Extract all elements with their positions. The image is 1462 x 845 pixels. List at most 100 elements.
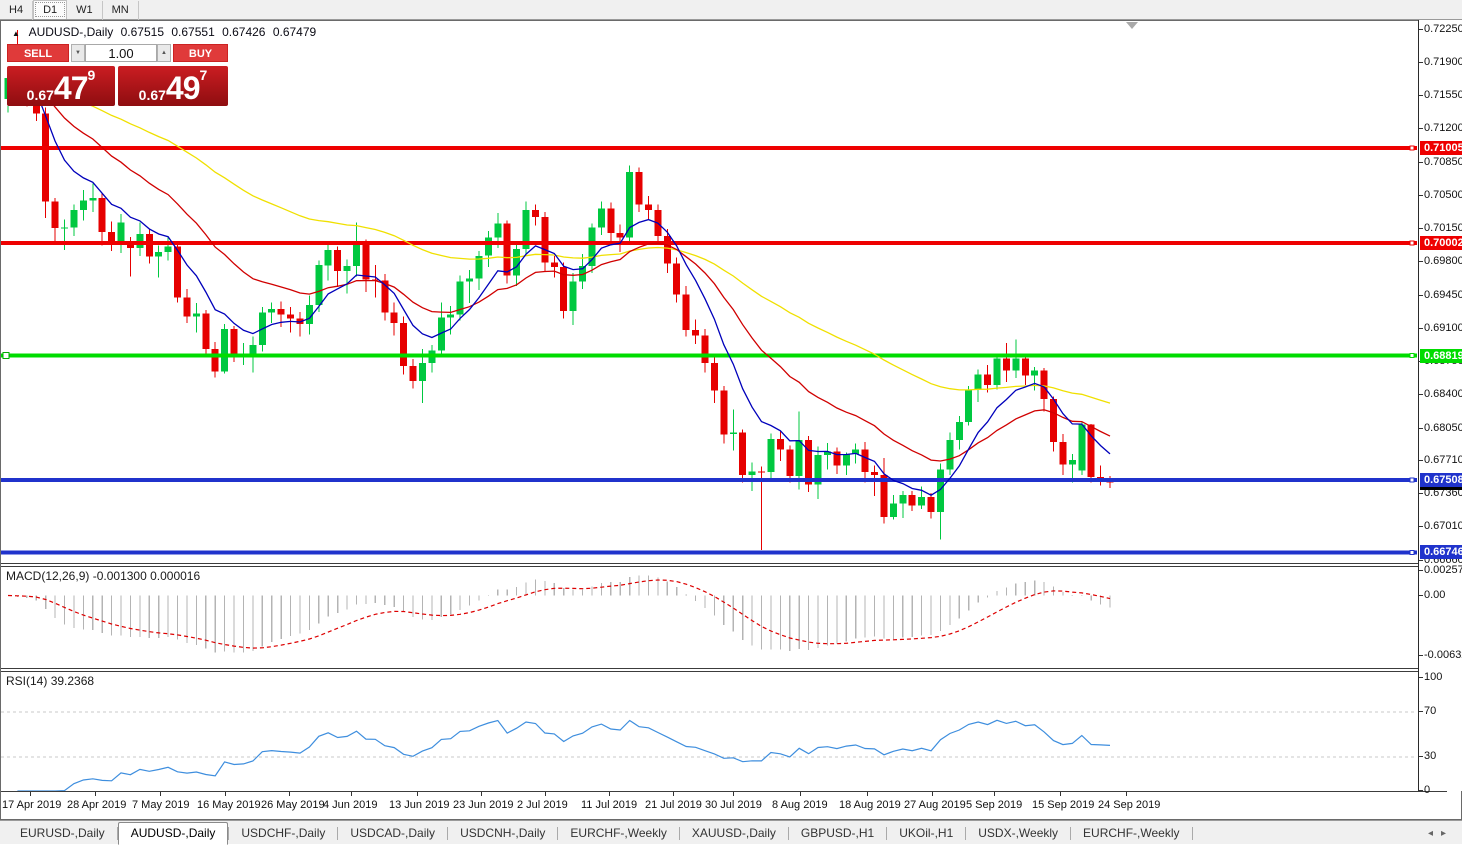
price-tick-label: 0.67710 [1424,454,1462,466]
chart-tab-audusd-daily[interactable]: AUDUSD-,Daily [118,822,229,845]
panel-separator[interactable] [0,563,1447,564]
macd-name: MACD(12,26,9) [6,569,89,583]
chart-tab-ukoil-h1[interactable]: UKOil-,H1 [887,823,965,844]
tab-scroll-right-icon[interactable]: ▸ [1441,828,1454,839]
rsi-tick-label: 100 [1424,671,1442,683]
ohlc-close: 0.67479 [273,25,316,39]
price-tick-label: 0.68400 [1424,388,1462,400]
chart-tab-gbpusd-h1[interactable]: GBPUSD-,H1 [789,823,886,844]
time-tick-label: 30 Jul 2019 [705,799,762,811]
volume-decrease-button[interactable]: ▼ [71,44,85,62]
tab-scroll-left-icon[interactable]: ◂ [1428,828,1441,839]
collapse-trade-panel-icon[interactable]: ▲ [12,29,20,38]
rsi-name: RSI(14) [6,674,47,688]
macd-panel-canvas[interactable] [1,567,1418,668]
tab-scroll-arrows[interactable]: ◂▸ [1428,828,1454,844]
volume-input[interactable] [85,44,157,62]
chart-tab-usdchf-daily[interactable]: USDCHF-,Daily [229,823,337,844]
price-tick-label: 0.70500 [1424,189,1462,201]
ohlc-open: 0.67515 [121,25,164,39]
timeframe-button-mn[interactable]: MN [103,1,139,20]
time-tick-label: 23 Jun 2019 [453,799,514,811]
time-tick [225,792,226,796]
rsi-panel-canvas[interactable] [1,672,1418,791]
time-tick-label: 8 Aug 2019 [772,799,828,811]
time-tick [481,792,482,796]
buy-price-big: 49 [166,73,200,103]
price-tick-label: 0.69800 [1424,255,1462,267]
level-price-label: 0.71005 [1420,141,1462,155]
price-tick-label: 0.71900 [1424,56,1462,68]
time-tick [609,792,610,796]
ohlc-high: 0.67551 [171,25,214,39]
macd-tick-label: -0.006326 [1424,649,1462,661]
price-tick-label: 0.71550 [1424,89,1462,101]
price-tick-label: 0.72250 [1424,23,1462,35]
rsi-tick-label: 0 [1424,784,1430,796]
time-tick [800,792,801,796]
price-tick-label: 0.69450 [1424,289,1462,301]
one-click-trading-panel: SELL ▼ ▲ BUY 0.67 47 9 0.67 49 7 [7,44,228,106]
time-tick [30,792,31,796]
chart-shift-marker-icon[interactable] [1126,22,1138,29]
price-tick-label: 0.70850 [1424,156,1462,168]
chart-tab-usdcnh-daily[interactable]: USDCNH-,Daily [448,823,557,844]
level-price-label: 0.68819 [1420,349,1462,363]
chart-tab-eurchf-weekly[interactable]: EURCHF-,Weekly [558,823,678,844]
chart-tab-usdx-weekly[interactable]: USDX-,Weekly [966,823,1070,844]
macd-values: -0.001300 0.000016 [93,569,200,583]
price-tick-label: 0.69100 [1424,322,1462,334]
sell-price-prefix: 0.67 [27,87,54,103]
time-tick [867,792,868,796]
time-tick [673,792,674,796]
time-tick-label: 24 Sep 2019 [1098,799,1160,811]
time-tick-label: 11 Jul 2019 [581,799,637,811]
time-tick-label: 16 May 2019 [197,799,261,811]
timeframe-button-w1[interactable]: W1 [67,1,103,20]
sell-price-pip: 9 [88,68,96,82]
chart-tab-usdcad-daily[interactable]: USDCAD-,Daily [338,823,447,844]
rsi-indicator-label: RSI(14) 39.2368 [6,674,94,688]
time-tick [994,792,995,796]
chart-tab-xauusd-daily[interactable]: XAUUSD-,Daily [680,823,788,844]
chart-tab-eurchf-weekly[interactable]: EURCHF-,Weekly [1071,823,1191,844]
time-tick-label: 17 Apr 2019 [2,799,61,811]
rsi-tick-label: 70 [1424,705,1436,717]
buy-price-pip: 7 [200,68,208,82]
buy-price-box[interactable]: 0.67 49 7 [118,66,228,106]
time-tick-label: 15 Sep 2019 [1032,799,1094,811]
time-axis[interactable]: 17 Apr 201928 Apr 20197 May 201916 May 2… [0,792,1447,818]
price-axis[interactable]: 0.72250 0.71900 0.71550 0.71200 0.70850 0.705… [1418,20,1462,791]
time-tick-label: 28 Apr 2019 [67,799,126,811]
timeframe-button-h4[interactable]: H4 [0,1,33,20]
timeframe-button-d1[interactable]: D1 [33,0,67,19]
chart-symbol-label: AUDUSD-,Daily [29,25,114,39]
time-tick [160,792,161,796]
time-tick-label: 2 Jul 2019 [517,799,568,811]
chart-tab-eurusd-daily[interactable]: EURUSD-,Daily [8,823,117,844]
ohlc-low: 0.67426 [222,25,265,39]
time-tick-label: 4 Jun 2019 [323,799,377,811]
macd-tick-label: 0.002574 [1424,564,1462,576]
time-tick-label: 13 Jun 2019 [389,799,450,811]
time-tick [417,792,418,796]
panel-separator[interactable] [0,668,1447,669]
time-tick-label: 5 Sep 2019 [966,799,1022,811]
level-price-label: 0.70002 [1420,236,1462,250]
time-tick [95,792,96,796]
sell-price-box[interactable]: 0.67 47 9 [7,66,115,106]
buy-button[interactable]: BUY [173,44,228,62]
price-tick-label: 0.70150 [1424,222,1462,234]
time-tick-label: 21 Jul 2019 [645,799,702,811]
volume-increase-button[interactable]: ▲ [157,44,171,62]
sell-button[interactable]: SELL [7,44,69,62]
time-tick [1126,792,1127,796]
level-price-label: 0.67508 [1420,473,1462,487]
rsi-value: 39.2368 [51,674,94,688]
time-tick [932,792,933,796]
chart-tab-bar: EURUSD-,DailyAUDUSD-,DailyUSDCHF-,DailyU… [0,820,1462,844]
price-tick-label: 0.71200 [1424,122,1462,134]
chart-header: ▲ AUDUSD-,Daily 0.67515 0.67551 0.67426 … [12,25,320,39]
time-tick [1060,792,1061,796]
time-tick [289,792,290,796]
